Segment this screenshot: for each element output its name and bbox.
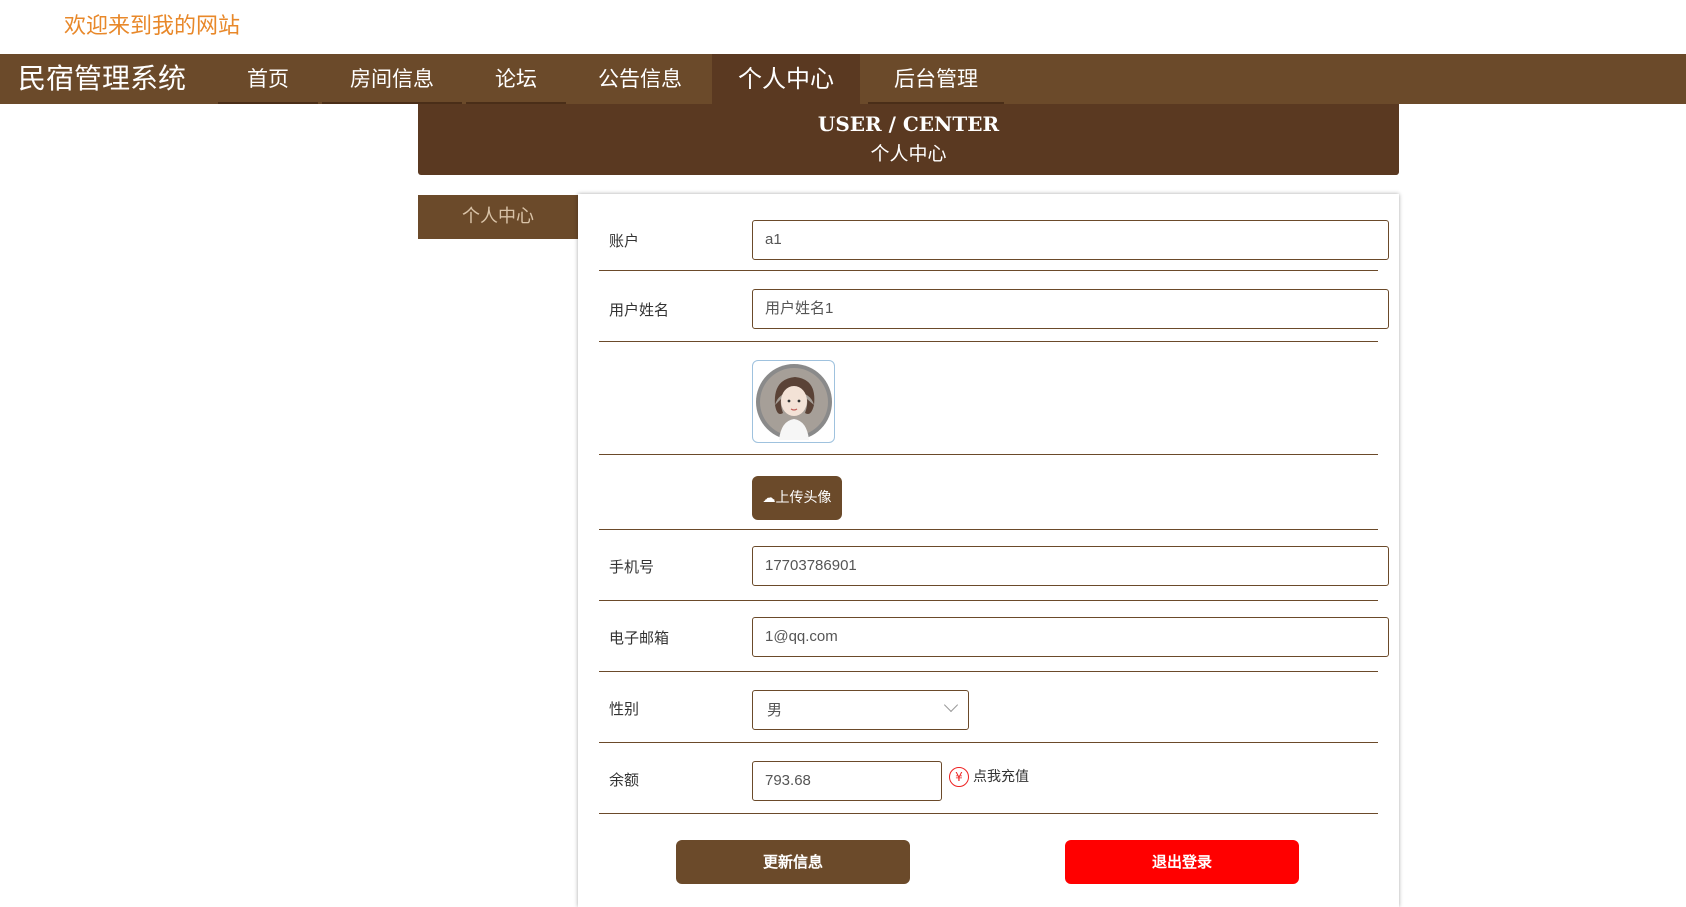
nav-home-label: 首页 [247,67,289,91]
balance-input[interactable]: 793.68 [752,761,942,801]
balance-label: 余额 [609,771,640,789]
logout-button[interactable]: 退出登录 [1065,840,1299,884]
form-row-upload: ☁上传头像 [599,455,1378,530]
name-label: 用户姓名 [609,301,670,319]
gender-select[interactable]: 男 [752,690,969,730]
avatar [752,360,835,443]
profile-form-panel: 账户 a1 用户姓名 用户姓名1 ☁上传头像 手机号 17703786901 电… [578,194,1399,907]
nav-rooms-label: 房间信息 [350,67,434,91]
nav-underline [218,102,318,104]
nav-announcements-label: 公告信息 [598,67,682,91]
upload-avatar-button[interactable]: ☁上传头像 [752,476,842,520]
banner-title-cn: 个人中心 [870,143,947,165]
upload-avatar-label: 上传头像 [775,490,832,506]
form-row-account: 账户 a1 [599,208,1389,271]
nav-admin-label: 后台管理 [894,67,978,91]
form-row-avatar [599,342,1378,455]
sidebar-tab-user-center[interactable]: 个人中心 [418,195,578,239]
phone-input[interactable]: 17703786901 [752,546,1389,586]
yuan-icon: ¥ [949,767,969,787]
nav-forum[interactable]: 论坛 [466,54,566,104]
form-row-phone: 手机号 17703786901 [599,530,1389,601]
nav-user-center-label: 个人中心 [738,65,834,93]
form-row-gender: 性别 男 [599,672,1378,743]
account-input[interactable]: a1 [752,220,1389,260]
cloud-upload-icon: ☁ [762,491,776,506]
recharge-label: 点我充值 [973,769,1029,785]
email-label: 电子邮箱 [609,629,670,647]
user-center-banner: USER / CENTER 个人中心 [418,104,1399,175]
gender-label: 性别 [609,700,640,718]
name-input[interactable]: 用户姓名1 [752,289,1389,329]
nav-admin[interactable]: 后台管理 [868,54,1004,104]
chevron-down-icon [943,697,959,713]
form-row-name: 用户姓名 用户姓名1 [599,271,1389,342]
site-brand[interactable]: 民宿管理系统 [18,54,186,104]
nav-forum-label: 论坛 [495,67,537,91]
nav-user-center[interactable]: 个人中心 [712,54,860,104]
welcome-text: 欢迎来到我的网站 [64,14,241,39]
nav-announcements[interactable]: 公告信息 [570,54,710,104]
phone-label: 手机号 [609,558,655,576]
update-info-button[interactable]: 更新信息 [676,840,910,884]
form-row-balance: 余额 793.68 ¥ 点我充值 [599,743,1378,814]
nav-home[interactable]: 首页 [218,54,318,104]
banner-title-en: USER / CENTER [817,112,1000,136]
account-label: 账户 [609,232,640,250]
top-navbar: 民宿管理系统 首页 房间信息 论坛 公告信息 个人中心 后台管理 [0,54,1686,104]
gender-selected-value: 男 [767,701,783,719]
form-row-email: 电子邮箱 1@qq.com [599,601,1389,672]
email-input[interactable]: 1@qq.com [752,617,1389,657]
recharge-link[interactable]: ¥ 点我充值 [949,763,1029,791]
avatar-image [756,364,832,440]
nav-rooms[interactable]: 房间信息 [322,54,462,104]
